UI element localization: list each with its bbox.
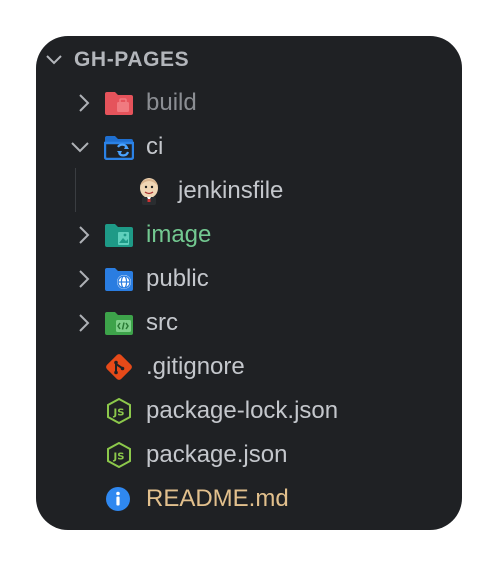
tree-item-label: jenkinsfile [178,177,284,204]
tree-item-label: .gitignore [146,353,245,380]
svg-text:JS: JS [113,452,125,463]
tree-item-image[interactable]: image [36,213,462,257]
tree-item-label: README.md [146,485,289,512]
tree-item-label: package-lock.json [146,397,339,424]
info-icon [106,487,130,511]
tree-item-src[interactable]: src [36,301,462,345]
chevron-down-icon[interactable] [44,50,64,70]
nodejs-icon: JS [107,442,131,468]
git-icon [106,354,132,380]
tree-item-readme[interactable]: README.md [36,477,462,521]
tree-item-build[interactable]: build [36,81,462,125]
tree-item-gitignore[interactable]: .gitignore [36,345,462,389]
chevron-down-icon[interactable] [70,136,90,158]
tree-item-label: ci [146,133,164,160]
tree-item-label: package.json [146,441,288,468]
tree-item-ci[interactable]: ci [36,125,462,169]
tree-item-label: src [146,309,178,336]
folder-public-icon [105,268,133,291]
explorer-section-header[interactable]: GH-PAGES [36,38,462,82]
folder-build-icon [105,92,133,115]
folder-ci-icon [104,136,134,160]
tree-item-label: public [146,265,209,292]
folder-image-icon [105,224,133,247]
folder-src-icon [105,312,133,335]
chevron-right-icon[interactable] [74,268,94,290]
chevron-right-icon[interactable] [74,224,94,246]
section-title: GH-PAGES [74,48,190,71]
tree-item-jenkinsfile[interactable]: jenkinsfile [36,169,462,213]
tree-item-package-json[interactable]: JS package.json [36,433,462,477]
tree-item-label: build [146,89,197,116]
chevron-right-icon[interactable] [74,312,94,334]
chevron-right-icon[interactable] [74,92,94,114]
tree-item-public[interactable]: public [36,257,462,301]
tree-item-label: image [146,221,212,248]
file-explorer-panel: GH-PAGES build ci jenkinsfile image publ… [36,36,462,530]
svg-text:JS: JS [113,408,125,419]
nodejs-icon: JS [107,398,131,424]
jenkins-icon [140,178,158,205]
tree-item-package-lock-json[interactable]: JS package-lock.json [36,389,462,433]
